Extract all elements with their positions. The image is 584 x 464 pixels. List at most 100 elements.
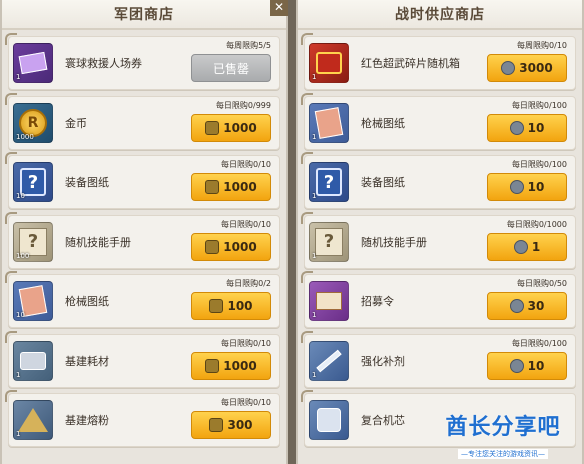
shop-row[interactable]: 1 寰球救援人场券 每周限购5/5 已售罄 — [5, 33, 280, 90]
price-label: 30 — [527, 299, 545, 313]
purchase-area: 每日限购0/2 100 — [191, 278, 271, 320]
buy-button[interactable]: 1000 — [191, 232, 271, 261]
price-label: 300 — [227, 418, 253, 432]
legion-coin-icon — [205, 358, 220, 373]
wartime-shop-list: 1 红色超武碎片随机箱 每周限购0/10 3000 1 枪械图纸 每日限购0/100 10? 1… — [298, 30, 582, 447]
war-supply-coin-icon — [501, 61, 516, 75]
purchase-area: 每日限购0/100 10 — [487, 159, 567, 201]
price-label: 3000 — [519, 61, 553, 75]
legion-shop-panel: 军团商店 ✕ 1 寰球救援人场券 每周限购5/5 已售罄 R 1000 金币 每日限购0/99… — [0, 0, 288, 464]
syringe-icon[interactable]: 1 — [309, 340, 349, 381]
buy-button[interactable]: 300 — [191, 411, 271, 439]
powder-icon[interactable]: 1 — [13, 400, 53, 440]
buy-button[interactable]: 10 — [487, 113, 567, 142]
buy-button[interactable]: 1 — [487, 232, 567, 261]
buy-button[interactable]: 100 — [191, 292, 271, 320]
purchase-limit: 每日限购0/100 — [511, 338, 567, 348]
wartime-shop-header: 战时供应商店 — [298, 0, 582, 30]
blueprint-icon[interactable]: ? 1 — [309, 162, 349, 202]
shop-row[interactable]: R 1000 金币 每日限购0/999 1000 — [5, 92, 280, 150]
price-label: 1000 — [223, 180, 257, 194]
shop-row[interactable]: 1 基建耗材 每日限购0/10 1000 — [5, 330, 280, 388]
gun-blueprint-icon[interactable]: 1 — [309, 102, 349, 143]
shop-row[interactable]: 1 枪械图纸 每日限购0/100 10 — [301, 92, 576, 150]
war-supply-coin-icon — [509, 299, 524, 313]
item-quantity: 1 — [312, 370, 317, 379]
buy-button[interactable]: 1000 — [191, 113, 271, 142]
purchase-area: 每周限购5/5 已售罄 — [191, 40, 271, 82]
coin-icon[interactable]: R 1000 — [13, 102, 53, 143]
price-label: 100 — [227, 299, 253, 313]
buy-button[interactable]: 3000 — [487, 54, 567, 82]
price-label: 1000 — [223, 239, 257, 254]
purchase-area: 每日限购0/10 1000 — [191, 338, 271, 380]
shop-row[interactable]: 1 招募令 每日限购0/50 30 — [301, 271, 576, 328]
purchase-limit: 每日限购0/50 — [517, 279, 567, 288]
watermark-main: 酋长分享吧 — [445, 415, 561, 440]
purchase-area: 每日限购0/1000 1 — [487, 219, 567, 261]
shop-screen: 军团商店 ✕ 1 寰球救援人场券 每周限购5/5 已售罄 R 1000 金币 每日限购0/99… — [0, 0, 584, 464]
buy-button[interactable]: 1000 — [191, 173, 271, 201]
price-label: 10 — [527, 120, 545, 135]
blueprint-icon[interactable]: ? 10 — [13, 162, 53, 202]
legion-shop-title: 军团商店 — [114, 7, 174, 23]
close-icon[interactable]: ✕ — [270, 0, 288, 16]
item-quantity: 100 — [16, 251, 30, 260]
purchase-area: 每日限购0/999 1000 — [191, 100, 271, 142]
item-quantity: 1 — [16, 430, 21, 438]
war-supply-coin-icon — [509, 180, 524, 194]
war-supply-coin-icon — [509, 120, 524, 135]
item-name: 装备图纸 — [65, 176, 109, 189]
wartime-shop-panel: 战时供应商店 1 红色超武碎片随机箱 每周限购0/10 3000 1 枪械图纸 每日限购0/… — [296, 0, 584, 464]
item-quantity: 1 — [312, 73, 317, 81]
buy-button[interactable]: 10 — [487, 351, 567, 380]
skill-manual-icon[interactable]: ? 100 — [13, 221, 53, 262]
item-quantity: 1 — [312, 251, 317, 260]
item-name: 金币 — [65, 116, 87, 130]
item-quantity: 1 — [312, 311, 317, 319]
purchase-area: 每周限购0/10 3000 — [487, 40, 567, 82]
shop-row[interactable]: ? 1 装备图纸 每日限购0/100 10 — [301, 152, 576, 209]
purchase-limit: 每日限购0/1000 — [506, 219, 567, 229]
red-box-icon[interactable]: 1 — [309, 43, 349, 83]
buy-button[interactable]: 10 — [487, 173, 567, 201]
item-name: 枪械图纸 — [65, 295, 109, 308]
purchase-area: 每日限购0/100 10 — [487, 100, 567, 142]
item-quantity: 1 — [16, 370, 21, 379]
purchase-area: 每日限购0/50 30 — [487, 278, 567, 320]
purchase-limit: 每日限购0/10 — [221, 160, 271, 169]
item-name: 装备图纸 — [361, 176, 405, 189]
shop-row[interactable]: ? 10 装备图纸 每日限购0/10 1000 — [5, 152, 280, 209]
watermark: 酋长分享吧 —专注您关注的游戏资讯— — [428, 409, 578, 460]
recruit-order-icon[interactable]: 1 — [309, 281, 349, 321]
shop-row[interactable]: 1 红色超武碎片随机箱 每周限购0/10 3000 — [301, 33, 576, 90]
shop-row[interactable]: 1 强化补剂 每日限购0/100 10 — [301, 330, 576, 388]
shop-row[interactable]: 1 基建熔粉 每日限购0/10 300 — [5, 390, 280, 447]
price-label: 已售罄 — [212, 61, 249, 76]
purchase-limit: 每日限购0/10 — [221, 398, 271, 407]
watermark-sub: —专注您关注的游戏资讯— — [458, 449, 548, 459]
item-name: 强化补剂 — [361, 354, 405, 368]
item-name: 基建耗材 — [65, 354, 109, 368]
purchase-area: 每日限购0/10 1000 — [191, 159, 271, 201]
shop-row[interactable]: 10 枪械图纸 每日限购0/2 100 — [5, 271, 280, 328]
gun-blueprint-icon[interactable]: 10 — [13, 281, 53, 321]
sold-out-button[interactable]: 已售罄 — [191, 54, 271, 82]
shop-row[interactable]: ? 1 随机技能手册 每日限购0/1000 1 — [301, 211, 576, 269]
purchase-limit: 每日限购0/100 — [511, 160, 567, 169]
buy-button[interactable]: 30 — [487, 292, 567, 320]
item-name: 红色超武碎片随机箱 — [361, 57, 460, 70]
legion-coin-icon — [205, 239, 220, 254]
legion-coin-icon — [209, 418, 224, 432]
material-icon[interactable]: 1 — [13, 340, 53, 381]
purchase-limit: 每周限购5/5 — [226, 41, 271, 50]
shop-row[interactable]: ? 100 随机技能手册 每日限购0/10 1000 — [5, 211, 280, 269]
chip-core-icon[interactable] — [309, 400, 349, 440]
purchase-area: 每日限购0/10 300 — [191, 397, 271, 439]
item-quantity: 1000 — [16, 132, 34, 141]
skill-manual-icon[interactable]: ? 1 — [309, 221, 349, 262]
price-label: 1000 — [223, 120, 257, 135]
item-name: 枪械图纸 — [361, 116, 405, 130]
buy-button[interactable]: 1000 — [191, 351, 271, 380]
ticket-icon[interactable]: 1 — [13, 43, 53, 83]
